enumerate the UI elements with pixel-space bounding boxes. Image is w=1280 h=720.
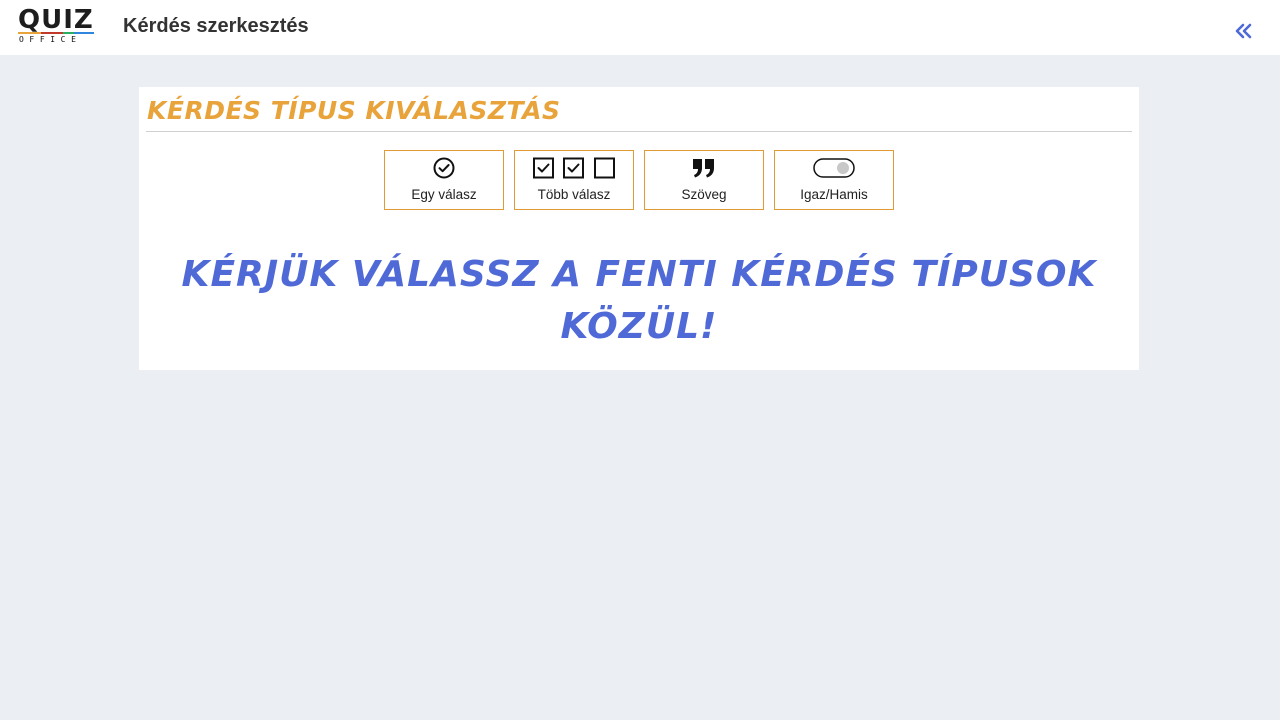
- page-title: Kérdés szerkesztés: [123, 15, 309, 37]
- toggle-icon: [813, 158, 855, 178]
- quiz-office-logo[interactable]: Q U I Z OFFICE: [18, 5, 100, 46]
- type-label: Egy válasz: [411, 187, 477, 202]
- type-icon-wrap: [532, 157, 616, 179]
- checkbox-group-icon: [533, 157, 615, 179]
- collapse-sidebar-button[interactable]: [1232, 19, 1256, 43]
- logo-letter-q: Q: [18, 5, 42, 35]
- double-chevron-left-icon: [1235, 23, 1252, 39]
- logo-letter-u: U: [41, 5, 64, 35]
- select-type-prompt: KÉRJÜK VÁLASSZ A FENTI KÉRDÉS TÍPUSOK KÖ…: [181, 254, 1097, 347]
- check-circle-icon: [433, 157, 455, 179]
- type-multiple-choice-button[interactable]: Több válasz: [514, 150, 634, 210]
- logo-letter-z: Z: [73, 5, 94, 35]
- type-icon-wrap: [691, 157, 717, 179]
- type-label: Több válasz: [537, 187, 611, 202]
- top-bar: Q U I Z OFFICE Kérdés szerkesztés: [0, 0, 1280, 55]
- type-label: Igaz/Hamis: [800, 187, 868, 202]
- logo-letter-i: I: [63, 5, 74, 35]
- card-divider: [146, 131, 1132, 132]
- logo-subtitle: OFFICE: [19, 35, 82, 44]
- type-label: Szöveg: [681, 187, 727, 202]
- question-type-card: KÉRDÉS TÍPUS KIVÁLASZTÁS Egy válasz Több…: [139, 87, 1139, 370]
- card-title: KÉRDÉS TÍPUS KIVÁLASZTÁS: [147, 96, 561, 125]
- question-type-list: Egy válasz Több válasz Szöveg Igaz/Hamis: [384, 150, 894, 210]
- type-icon-wrap: [433, 157, 455, 179]
- type-icon-wrap: [813, 157, 855, 179]
- type-text-button[interactable]: Szöveg: [644, 150, 764, 210]
- type-single-choice-button[interactable]: Egy válasz: [384, 150, 504, 210]
- type-true-false-button[interactable]: Igaz/Hamis: [774, 150, 894, 210]
- logo-wordmark: Q U I Z: [18, 5, 100, 35]
- quote-icon: [693, 159, 714, 178]
